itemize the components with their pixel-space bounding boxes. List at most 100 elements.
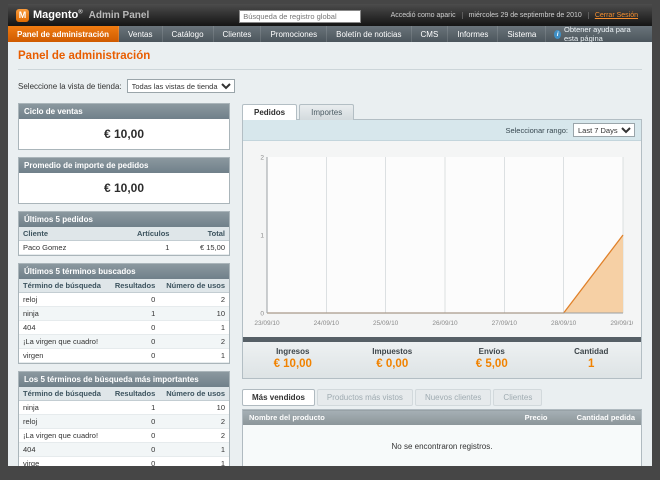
- col-uses: Número de usos: [159, 387, 229, 401]
- cell-uses: 2: [159, 334, 229, 349]
- tab-new-customers[interactable]: Nuevos clientes: [414, 389, 492, 406]
- range-select[interactable]: Last 7 Days: [573, 123, 635, 137]
- col-total: Total: [173, 227, 229, 241]
- nav-item-cms[interactable]: CMS: [412, 26, 449, 42]
- col-uses: Número de usos: [159, 279, 229, 293]
- cell-results: 0: [108, 428, 160, 443]
- top-search-terms-table: Término de búsqueda Resultados Número de…: [19, 387, 229, 466]
- total-revenue-value: € 10,00: [273, 358, 312, 370]
- col-qty-ordered: Cantidad pedida: [553, 409, 642, 425]
- table-row: virge 0 1: [19, 456, 229, 466]
- cell-results: 0: [108, 348, 160, 363]
- global-search-input[interactable]: [239, 10, 362, 23]
- tab-amounts[interactable]: Importes: [299, 104, 355, 120]
- tab-orders[interactable]: Pedidos: [242, 104, 298, 120]
- orders-chart: 0 1 2 23/09/10 24/09/10 25/09/10 26/09/10 27/09…: [243, 141, 641, 337]
- cell-uses: 1: [159, 456, 229, 466]
- magento-logo-icon: M: [16, 8, 29, 22]
- cell-results: 1: [108, 400, 160, 415]
- nav-item-dashboard[interactable]: Panel de administración: [8, 26, 120, 42]
- total-revenue: Ingresos € 10,00: [243, 347, 343, 370]
- main-navigation: Panel de administración Ventas Catálogo …: [8, 25, 652, 43]
- col-product-name: Nombre del producto: [242, 409, 484, 425]
- tab-most-viewed[interactable]: Productos más vistos: [316, 389, 413, 406]
- table-row: reloj 0 2: [19, 292, 229, 307]
- cell-results: 0: [108, 320, 160, 335]
- logged-in-as: Accedió como aparic: [390, 11, 456, 19]
- col-results: Resultados: [108, 387, 160, 401]
- cell-results: 1: [108, 306, 160, 321]
- lifetime-sales-box: Ciclo de ventas € 10,00: [18, 103, 230, 150]
- cell-customer: Paco Gomez: [19, 240, 106, 255]
- col-search-term: Término de búsqueda: [19, 279, 109, 293]
- table-header-row: Término de búsqueda Resultados Número de…: [19, 387, 229, 401]
- tab-customers[interactable]: Clientes: [493, 389, 543, 406]
- svg-text:29/09/10: 29/09/10: [610, 320, 633, 327]
- table-header-row: Nombre del producto Precio Cantidad pedi…: [242, 409, 642, 425]
- cell-results: 0: [108, 442, 160, 457]
- top-search-terms-box: Los 5 términos de búsqueda más important…: [18, 371, 230, 466]
- store-view-label: Seleccione la vista de tienda:: [18, 81, 122, 91]
- nav-item-customers[interactable]: Clientes: [214, 26, 262, 42]
- cell-term: 404: [19, 442, 109, 457]
- logout-link[interactable]: Cerrar Sesión: [587, 11, 644, 19]
- cell-results: 0: [108, 292, 160, 307]
- page-help-link[interactable]: i Obtener ayuda para esta página: [546, 25, 652, 43]
- page-help-label: Obtener ayuda para esta página: [564, 25, 631, 43]
- last-search-terms-box: Últimos 5 términos buscados Término de b…: [18, 263, 230, 364]
- nav-item-system[interactable]: Sistema: [498, 26, 547, 42]
- empty-row: No se encontraron registros.: [242, 425, 642, 466]
- cell-term: ¡La virgen que cuadro!: [19, 428, 109, 443]
- cell-uses: 1: [159, 320, 229, 335]
- svg-text:28/09/10: 28/09/10: [551, 320, 577, 327]
- title-divider: [18, 69, 642, 70]
- top-search-terms-title: Los 5 términos de búsqueda más important…: [19, 372, 229, 387]
- svg-text:25/09/10: 25/09/10: [373, 320, 399, 327]
- col-results: Resultados: [108, 279, 160, 293]
- table-row: ¡La virgen que cuadro! 0 2: [19, 334, 229, 349]
- table-row: 404 0 1: [19, 320, 229, 335]
- content-area: Panel de administración Seleccione la vi…: [8, 42, 652, 466]
- nav-item-sales[interactable]: Ventas: [119, 26, 163, 42]
- nav-item-newsletter[interactable]: Boletín de noticias: [327, 26, 412, 42]
- col-customer: Cliente: [19, 227, 106, 241]
- table-row: ninja 1 10: [19, 306, 229, 321]
- table-header-row: Cliente Artículos Total: [19, 227, 229, 241]
- cell-total: € 15,00: [173, 240, 229, 255]
- col-items: Artículos: [105, 227, 174, 241]
- average-orders-value: € 10,00: [103, 181, 145, 195]
- brand-suffix: Admin Panel: [88, 9, 150, 21]
- nav-item-catalog[interactable]: Catálogo: [163, 26, 214, 42]
- cell-uses: 2: [159, 428, 229, 443]
- cell-uses: 10: [159, 400, 229, 415]
- cell-uses: 1: [159, 348, 229, 363]
- range-label: Seleccionar rango:: [505, 125, 568, 135]
- cell-results: 0: [108, 456, 160, 466]
- svg-text:24/09/10: 24/09/10: [314, 320, 340, 327]
- nav-item-reports[interactable]: Informes: [448, 26, 499, 42]
- last-search-terms-title: Últimos 5 términos buscados: [19, 264, 229, 279]
- lifetime-sales-title: Ciclo de ventas: [19, 104, 229, 119]
- table-header-row: Término de búsqueda Resultados Número de…: [19, 279, 229, 293]
- cell-term: virge: [19, 456, 109, 466]
- tab-bestsellers[interactable]: Más vendidos: [242, 389, 315, 406]
- cell-uses: 1: [159, 442, 229, 457]
- brand-name: Magento®: [33, 9, 83, 21]
- svg-text:23/09/10: 23/09/10: [254, 320, 280, 327]
- total-shipping-value: € 5,00: [475, 358, 508, 370]
- table-row: virgen 0 1: [19, 348, 229, 363]
- total-shipping: Envíos € 5,00: [442, 347, 542, 370]
- store-view-select[interactable]: Todas las vistas de tienda: [126, 79, 235, 93]
- cell-term: ¡La virgen que cuadro!: [19, 334, 109, 349]
- table-row: 404 0 1: [19, 442, 229, 457]
- svg-text:27/09/10: 27/09/10: [492, 320, 518, 327]
- svg-text:2: 2: [260, 154, 264, 161]
- cell-term: 404: [19, 320, 109, 335]
- average-orders-box: Promedio de importe de pedidos € 10,00: [18, 157, 230, 204]
- table-row: ninja 1 10: [19, 400, 229, 415]
- col-price: Precio: [483, 409, 554, 425]
- table-row: reloj 0 2: [19, 414, 229, 429]
- nav-item-promotions[interactable]: Promociones: [261, 26, 328, 42]
- last-orders-box: Últimos 5 pedidos Cliente Artículos Tota…: [18, 211, 230, 256]
- dashboard-left-column: Ciclo de ventas € 10,00 Promedio de impo…: [18, 103, 230, 466]
